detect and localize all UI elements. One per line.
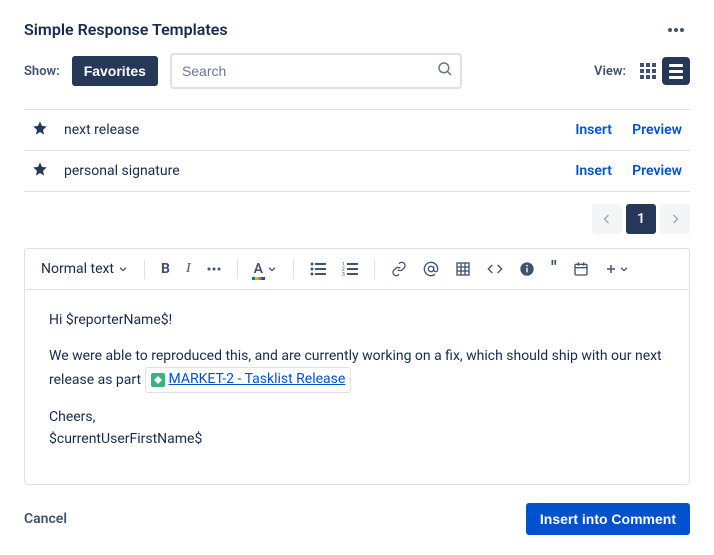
cancel-button[interactable]: Cancel xyxy=(24,511,67,527)
list-icon xyxy=(669,64,683,79)
star-icon[interactable] xyxy=(32,124,48,140)
insert-link[interactable]: Insert xyxy=(575,163,612,179)
list-view-button[interactable] xyxy=(662,57,690,85)
pager-prev[interactable] xyxy=(592,204,622,234)
insert-more-button[interactable] xyxy=(599,259,635,279)
insert-link[interactable]: Insert xyxy=(575,122,612,138)
grid-icon xyxy=(640,63,656,79)
chevron-down-icon xyxy=(619,264,629,274)
info-button[interactable] xyxy=(513,257,541,281)
insert-into-comment-button[interactable]: Insert into Comment xyxy=(526,503,690,535)
italic-button[interactable]: I xyxy=(180,257,197,281)
mention-button[interactable] xyxy=(417,257,445,281)
issue-type-icon xyxy=(151,373,165,387)
pager-page-1[interactable]: 1 xyxy=(626,204,656,234)
date-button[interactable] xyxy=(567,257,595,281)
search-input[interactable] xyxy=(170,53,462,89)
table-row: next release Insert Preview xyxy=(24,110,690,151)
editor-line: Hi $reporterName$! xyxy=(49,310,665,332)
editor-toolbar: Normal text B I A 123 xyxy=(25,249,689,290)
bold-button[interactable]: B xyxy=(155,257,176,281)
view-label: View: xyxy=(594,64,626,79)
svg-text:3: 3 xyxy=(342,272,345,276)
page-title: Simple Response Templates xyxy=(24,20,228,39)
pager-next[interactable] xyxy=(660,204,690,234)
quote-button[interactable]: " xyxy=(545,259,563,279)
text-style-dropdown[interactable]: Normal text xyxy=(35,257,134,281)
search-icon xyxy=(436,60,454,82)
grid-view-button[interactable] xyxy=(634,57,662,85)
link-button[interactable] xyxy=(385,257,413,281)
template-name: next release xyxy=(56,110,550,151)
chevron-down-icon xyxy=(118,264,128,274)
editor-line: Cheers, xyxy=(49,407,665,429)
chevron-down-icon xyxy=(267,264,277,274)
show-label: Show: xyxy=(24,64,60,79)
smart-link[interactable]: MARKET-2 - Tasklist Release xyxy=(145,367,352,393)
code-button[interactable] xyxy=(481,257,509,281)
template-name: personal signature xyxy=(56,151,550,192)
editor-line: We were able to reproduced this, and are… xyxy=(49,346,665,393)
editor-body[interactable]: Hi $reporterName$! We were able to repro… xyxy=(25,290,689,484)
table-button[interactable] xyxy=(449,257,477,281)
text-color-button[interactable]: A xyxy=(248,257,283,281)
star-icon[interactable] xyxy=(32,165,48,181)
numbered-list-button[interactable]: 123 xyxy=(336,258,364,280)
editor-panel: Normal text B I A 123 xyxy=(24,248,690,485)
preview-link[interactable]: Preview xyxy=(632,163,682,179)
preview-link[interactable]: Preview xyxy=(632,122,682,138)
favorites-filter-button[interactable]: Favorites xyxy=(72,56,158,86)
table-row: personal signature Insert Preview xyxy=(24,151,690,192)
editor-line: $currentUserFirstName$ xyxy=(49,429,665,451)
bullet-list-button[interactable] xyxy=(304,258,332,280)
more-menu[interactable] xyxy=(662,22,690,38)
more-format-button[interactable] xyxy=(201,263,227,275)
